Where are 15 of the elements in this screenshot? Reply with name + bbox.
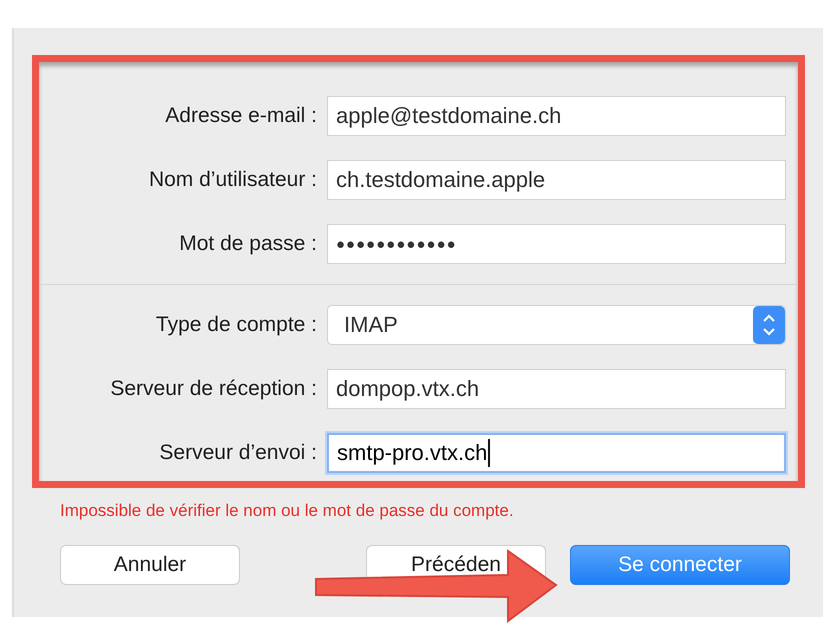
field-label: Serveur d’envoi :	[158, 441, 317, 465]
account-type-dropdown[interactable]: IMAP	[327, 305, 786, 345]
password-field[interactable]: ●●●●●●●●●●●●	[327, 224, 786, 264]
input-field[interactable]: ch.testdomaine.apple	[327, 160, 786, 200]
error-message: Impossible de vérifier le nom ou le mot de passe du compte.	[60, 501, 515, 521]
stepper-icon	[753, 306, 785, 344]
input-field[interactable]: apple@testdomaine.ch	[327, 96, 786, 136]
field-label: Type de compte :	[154, 313, 317, 337]
cancel-button[interactable]: Annuler	[60, 545, 240, 585]
field-label: Mot de passe :	[178, 232, 317, 256]
input-field[interactable]: dompop.vtx.ch	[327, 369, 786, 409]
field-label: Nom d’utilisateur :	[148, 168, 317, 192]
input-field[interactable]: smtp-pro.vtx.ch	[327, 433, 786, 473]
field-label: Serveur de réception :	[109, 377, 317, 401]
field-label: Adresse e-mail :	[164, 104, 317, 128]
